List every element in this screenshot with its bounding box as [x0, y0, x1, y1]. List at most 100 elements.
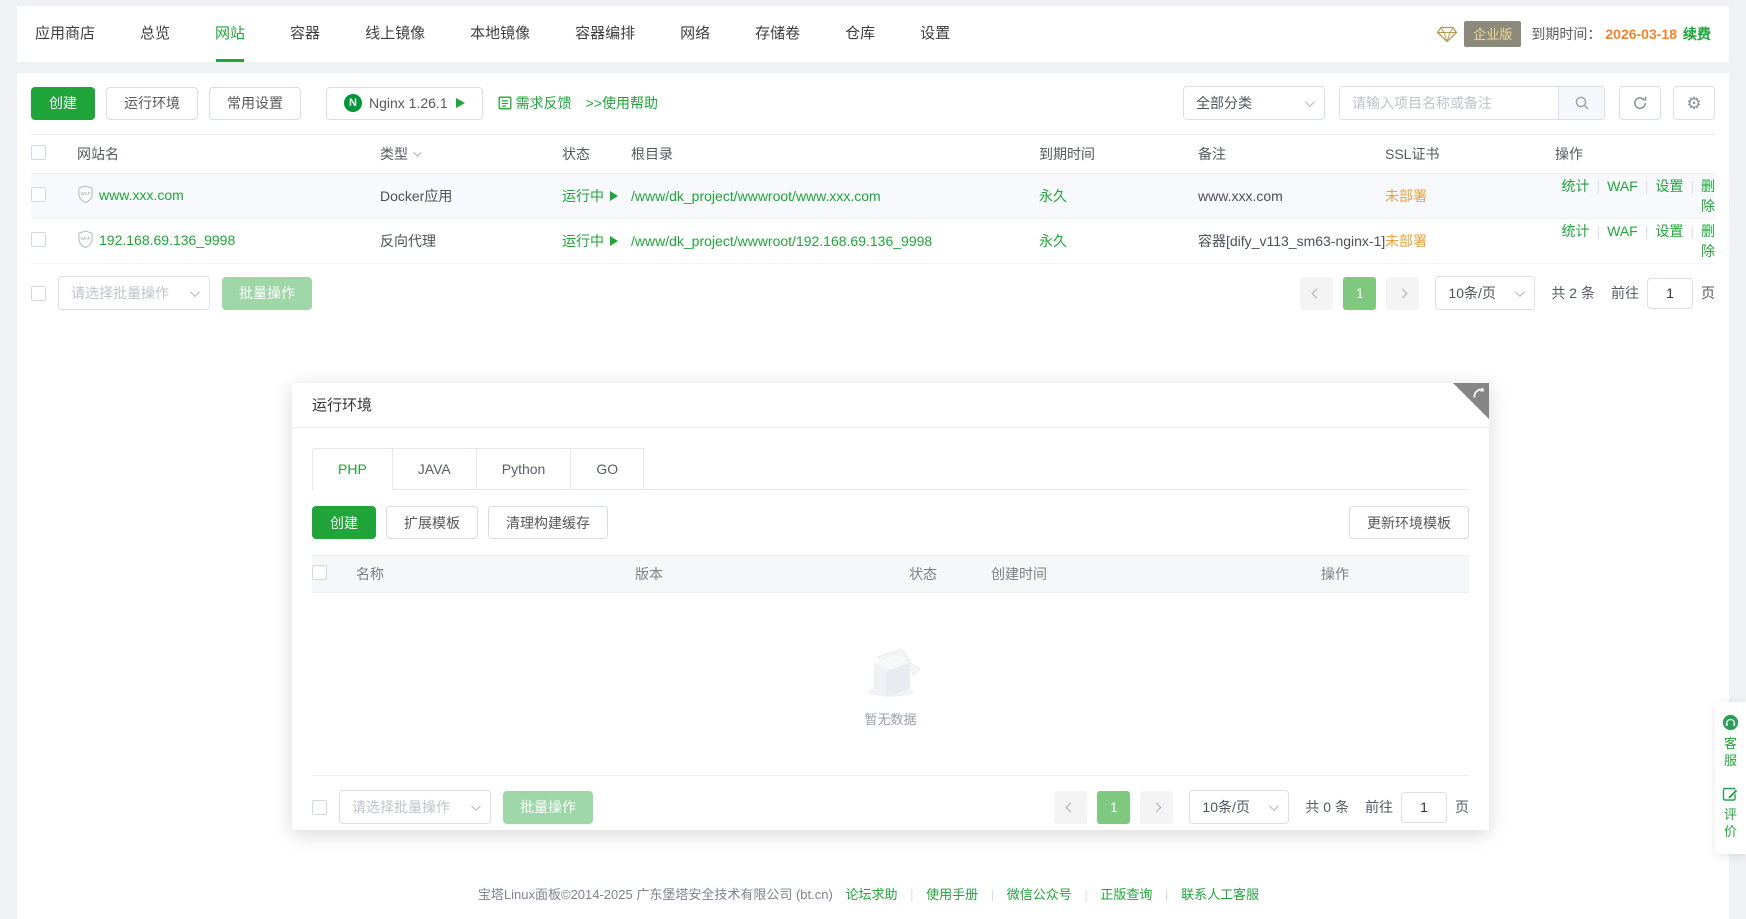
- nav-item-online-images[interactable]: 线上镜像: [365, 6, 425, 62]
- tab-go[interactable]: GO: [570, 448, 644, 489]
- nav-item-compose[interactable]: 容器编排: [575, 6, 635, 62]
- batch-action-select[interactable]: 请选择批量操作: [58, 276, 210, 310]
- nav-item-network[interactable]: 网络: [680, 6, 710, 62]
- expire-value[interactable]: 永久: [1039, 233, 1067, 249]
- delete-link[interactable]: 删除: [1701, 178, 1715, 214]
- batch-select-all-checkbox[interactable]: [31, 286, 46, 301]
- clear-build-cache-button[interactable]: 清理构建缓存: [488, 506, 608, 539]
- tab-java[interactable]: JAVA: [392, 448, 476, 489]
- site-name-link[interactable]: WAF www.xxx.com: [77, 185, 184, 204]
- common-settings-button[interactable]: 常用设置: [209, 87, 301, 120]
- feedback-link[interactable]: 需求反馈: [498, 93, 572, 113]
- footer-link-support[interactable]: 联系人工客服: [1181, 887, 1259, 902]
- search-input[interactable]: [1340, 87, 1558, 119]
- footer-link-forum[interactable]: 论坛求助: [845, 887, 897, 902]
- batch-apply-button[interactable]: 批量操作: [222, 277, 312, 310]
- category-filter-select[interactable]: 全部分类: [1183, 86, 1325, 120]
- site-remark[interactable]: www.xxx.com: [1198, 174, 1385, 219]
- next-page-button[interactable]: [1386, 277, 1419, 310]
- col-env-name: 名称: [356, 556, 635, 593]
- page-suffix: 页: [1701, 283, 1715, 303]
- copyright-text: 宝塔Linux面板©2014-2025 广东堡塔安全技术有限公司 (bt.cn): [478, 887, 833, 902]
- status-running[interactable]: 运行中: [562, 186, 618, 206]
- table-row: WAF 192.168.69.136_9998 反向代理 运行中 /www/dk…: [31, 219, 1715, 264]
- waf-link[interactable]: WAF: [1607, 178, 1638, 194]
- stats-link[interactable]: 统计: [1561, 223, 1589, 239]
- runtime-env-button[interactable]: 运行环境: [106, 87, 198, 120]
- search-button[interactable]: [1558, 87, 1604, 119]
- feedback-rate-button[interactable]: 评价: [1722, 785, 1739, 840]
- goto-page-input[interactable]: [1647, 278, 1693, 309]
- update-env-template-button[interactable]: 更新环境模板: [1349, 506, 1469, 539]
- current-page-button[interactable]: 1: [1343, 277, 1376, 310]
- footer-link-manual[interactable]: 使用手册: [926, 887, 978, 902]
- env-create-button[interactable]: 创建: [312, 506, 376, 539]
- chevron-left-icon: [1312, 288, 1322, 298]
- env-current-page-button[interactable]: 1: [1097, 791, 1130, 824]
- root-path-link[interactable]: /www/dk_project/wwwroot/192.168.69.136_9…: [631, 233, 932, 249]
- search-icon: [1574, 95, 1590, 111]
- nav-item-local-images[interactable]: 本地镜像: [470, 6, 530, 62]
- waf-link[interactable]: WAF: [1607, 223, 1638, 239]
- help-link[interactable]: >>使用帮助: [586, 93, 658, 113]
- select-all-checkbox[interactable]: [31, 145, 46, 160]
- nginx-icon: N: [344, 94, 362, 112]
- nav-item-registry[interactable]: 仓库: [845, 6, 875, 62]
- env-toolbar: 创建 扩展模板 清理构建缓存 更新环境模板: [312, 506, 1469, 539]
- ssl-status[interactable]: 未部署: [1385, 233, 1427, 249]
- env-goto-page-input[interactable]: [1401, 792, 1447, 823]
- footer-link-wechat[interactable]: 微信公众号: [1007, 887, 1072, 902]
- tab-php[interactable]: PHP: [312, 448, 392, 489]
- rate-label: 评价: [1724, 806, 1738, 840]
- renew-link[interactable]: 续费: [1683, 24, 1711, 44]
- refresh-button[interactable]: [1619, 86, 1661, 120]
- page-size-select[interactable]: 10条/页: [1435, 276, 1535, 310]
- nav-item-settings[interactable]: 设置: [920, 6, 950, 62]
- extend-template-button[interactable]: 扩展模板: [386, 506, 478, 539]
- settings-link[interactable]: 设置: [1655, 178, 1683, 194]
- tab-python[interactable]: Python: [476, 448, 571, 489]
- row-checkbox[interactable]: [31, 232, 46, 247]
- empty-box-icon: [858, 641, 924, 699]
- nav-item-website[interactable]: 网站: [215, 6, 245, 62]
- col-site-name: 网站名: [77, 135, 380, 174]
- sort-chevron-icon: [413, 148, 421, 156]
- col-actions: 操作: [1555, 135, 1715, 174]
- nav-item-volumes[interactable]: 存储卷: [755, 6, 800, 62]
- env-page-size-select[interactable]: 10条/页: [1189, 790, 1289, 824]
- diamond-icon: [1436, 26, 1458, 43]
- modal-title: 运行环境: [292, 383, 1489, 428]
- settings-link[interactable]: 设置: [1655, 223, 1683, 239]
- create-site-button[interactable]: 创建: [31, 87, 95, 120]
- site-remark[interactable]: 容器[dify_v113_sm63-nginx-1]的: [1198, 231, 1385, 251]
- env-batch-apply-button[interactable]: 批量操作: [503, 791, 593, 824]
- stats-link[interactable]: 统计: [1561, 178, 1589, 194]
- nav-item-overview[interactable]: 总览: [140, 6, 170, 62]
- footer-link-genuine[interactable]: 正版查询: [1100, 887, 1152, 902]
- row-checkbox[interactable]: [31, 187, 46, 202]
- expire-value[interactable]: 永久: [1039, 188, 1067, 204]
- root-path-link[interactable]: /www/dk_project/wwwroot/www.xxx.com: [631, 188, 881, 204]
- delete-link[interactable]: 删除: [1701, 223, 1715, 259]
- env-prev-page-button[interactable]: [1054, 791, 1087, 824]
- env-batch-checkbox[interactable]: [312, 800, 327, 815]
- customer-service-button[interactable]: 客服: [1722, 714, 1739, 769]
- nav-item-container[interactable]: 容器: [290, 6, 320, 62]
- env-empty-state: 暂无数据: [312, 593, 1469, 776]
- prev-page-button[interactable]: [1300, 277, 1333, 310]
- env-batch-action-select[interactable]: 请选择批量操作: [339, 790, 491, 824]
- env-next-page-button[interactable]: [1140, 791, 1173, 824]
- webserver-button[interactable]: N Nginx 1.26.1: [326, 87, 483, 120]
- table-settings-button[interactable]: ⚙: [1673, 86, 1715, 120]
- ssl-status[interactable]: 未部署: [1385, 188, 1427, 204]
- env-page-suffix: 页: [1455, 797, 1469, 817]
- env-pagination: 1 10条/页 共 0 条 前往 页: [1044, 790, 1469, 824]
- status-running[interactable]: 运行中: [562, 231, 618, 251]
- nav-item-app-store[interactable]: 应用商店: [35, 6, 95, 62]
- env-select-all-checkbox[interactable]: [312, 565, 327, 580]
- site-name-link[interactable]: WAF 192.168.69.136_9998: [77, 230, 235, 249]
- top-nav: 应用商店 总览 网站 容器 线上镜像 本地镜像 容器编排 网络 存储卷 仓库 设…: [17, 6, 1729, 62]
- col-env-created: 创建时间: [991, 556, 1321, 593]
- goto-label: 前往: [1611, 283, 1639, 303]
- col-type[interactable]: 类型: [380, 135, 562, 174]
